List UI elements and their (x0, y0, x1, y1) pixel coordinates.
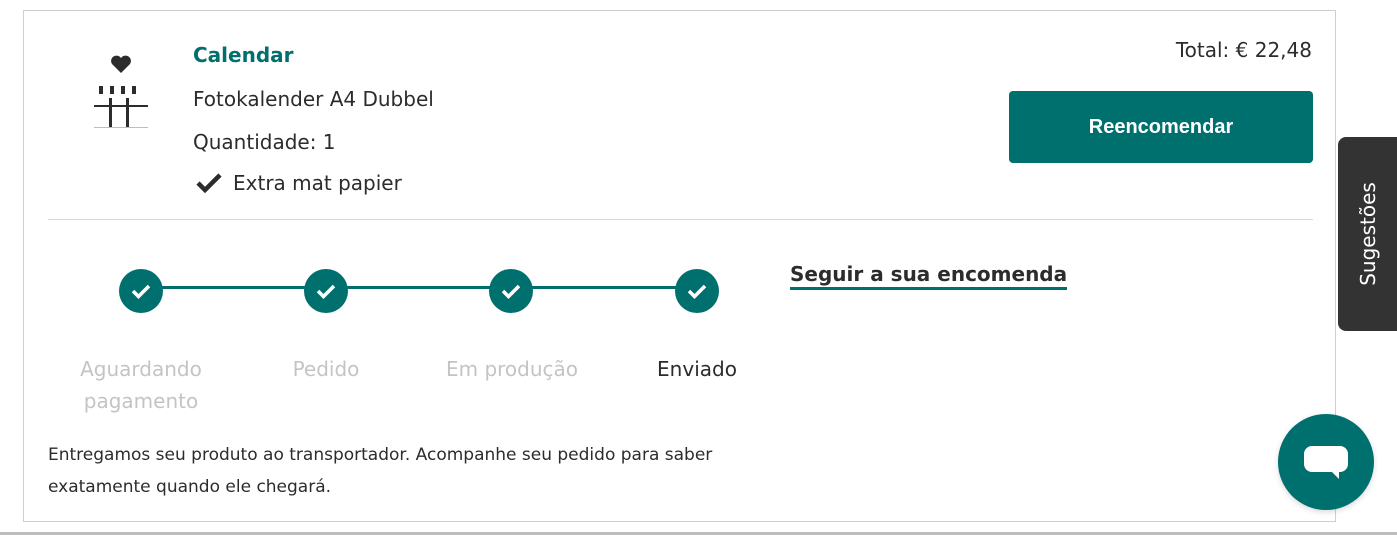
reorder-button[interactable]: Reencomendar (1009, 91, 1313, 163)
step-complete-icon (675, 269, 719, 313)
step-label-ordered: Pedido (292, 357, 360, 381)
step-label-in-production: Em produção (445, 357, 579, 381)
product-quantity: Quantidade: 1 (193, 130, 336, 154)
check-icon (316, 284, 336, 299)
product-category: Calendar (193, 43, 294, 67)
chat-bubble-icon (1304, 446, 1348, 479)
product-option: Extra mat papier (196, 171, 402, 195)
order-card: Calendar Fotokalender A4 Dubbel Quantida… (23, 10, 1336, 522)
product-option-label: Extra mat papier (233, 171, 402, 195)
feedback-tab-label: Sugestões (1355, 182, 1380, 286)
check-icon (196, 173, 222, 193)
check-icon (501, 284, 521, 299)
step-complete-icon (119, 269, 163, 313)
step-label-shipped: Enviado (657, 357, 737, 381)
check-icon (687, 284, 707, 299)
order-total: Total: € 22,48 (1175, 38, 1312, 62)
step-label-awaiting-payment: Aguardando pagamento (80, 357, 202, 413)
progress-line (141, 286, 697, 289)
step-complete-icon (489, 269, 533, 313)
chat-button[interactable] (1278, 414, 1374, 510)
check-icon (131, 284, 151, 299)
divider (48, 219, 1313, 220)
track-order-link[interactable]: Seguir a sua encomenda (790, 262, 1068, 290)
calendar-product-icon (90, 53, 152, 131)
feedback-tab[interactable]: Sugestões (1338, 137, 1397, 331)
step-complete-icon (304, 269, 348, 313)
product-name: Fotokalender A4 Dubbel (193, 87, 434, 111)
shipping-message: Entregamos seu produto ao transportador.… (48, 445, 713, 497)
